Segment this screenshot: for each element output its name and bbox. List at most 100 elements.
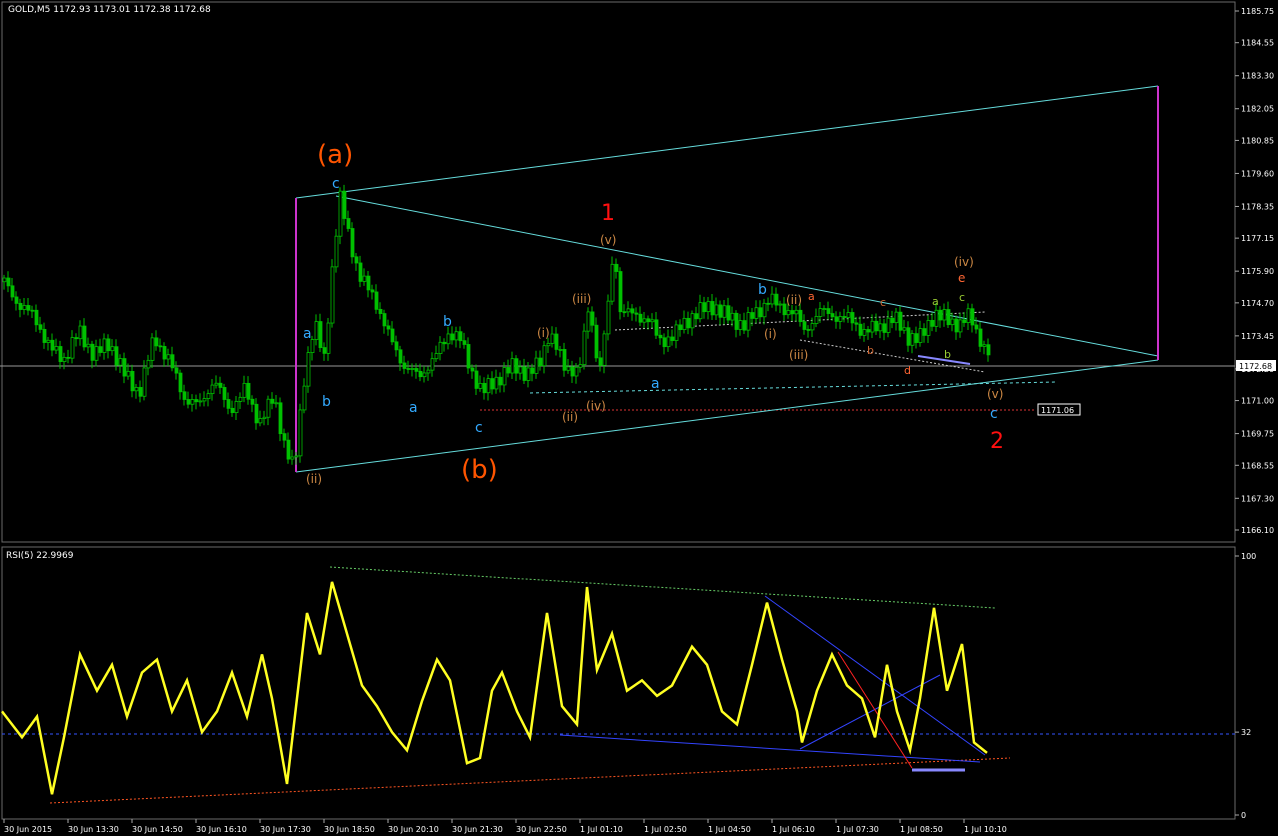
candle-body <box>706 301 711 313</box>
candle-body <box>946 309 951 326</box>
candle-body <box>918 328 923 343</box>
candle-body <box>534 357 539 374</box>
candle-body <box>550 333 555 344</box>
y-tick-label: 1180.85 <box>1241 136 1274 145</box>
candle-body <box>694 313 699 320</box>
candle-body <box>282 433 287 441</box>
candle-body <box>106 338 111 352</box>
candle-body <box>138 387 143 397</box>
candle-body <box>826 308 831 314</box>
candle-body <box>758 307 763 318</box>
candle-body <box>554 333 559 350</box>
label-c-top: c <box>332 176 340 192</box>
label-a-left: a <box>303 326 312 342</box>
candle-body <box>522 366 527 381</box>
candle-body <box>702 302 707 313</box>
candle-body <box>150 337 155 361</box>
candle-body <box>562 349 567 371</box>
candle-body <box>10 285 15 298</box>
candle-body <box>318 321 323 348</box>
candle-body <box>838 316 843 322</box>
candle-body <box>230 407 235 414</box>
candle-body <box>626 308 631 313</box>
candle-body <box>342 190 347 219</box>
candle-body <box>510 358 515 374</box>
candle-body <box>122 358 127 377</box>
candle-body <box>798 309 803 323</box>
y-tick-label: 1183.30 <box>1241 72 1274 81</box>
candle-body <box>922 328 927 336</box>
y-tick-label: 1166.10 <box>1241 526 1274 535</box>
candle-body <box>170 354 175 369</box>
candle-body <box>938 309 943 321</box>
rsi-header: RSI(5) 22.9969 <box>6 551 74 561</box>
candle-body <box>670 336 675 341</box>
candle-body <box>818 308 823 317</box>
label-c-right: c <box>990 406 998 422</box>
y-tick-label: 1177.15 <box>1241 234 1274 243</box>
candle-body <box>42 328 47 343</box>
candle-body <box>546 342 551 347</box>
candle-body <box>98 346 103 353</box>
x-tick-label: 30 Jun 21:30 <box>452 825 503 834</box>
candle-body <box>906 327 911 346</box>
candle-body <box>762 302 767 318</box>
x-tick-label: 30 Jun 18:50 <box>324 825 375 834</box>
candle-body <box>530 367 535 374</box>
candle-body <box>594 324 599 359</box>
candle-body <box>778 303 783 306</box>
candle-body <box>382 313 387 327</box>
candle-body <box>414 368 419 372</box>
label-sub-e: e <box>958 271 965 285</box>
main-panel <box>1 1 1236 543</box>
label-b-mid: b <box>443 314 452 330</box>
candle-body <box>754 307 759 319</box>
candle-body <box>94 346 99 361</box>
candle-body <box>502 367 507 386</box>
candle-body <box>386 325 391 330</box>
candle-body <box>490 378 495 390</box>
candle-body <box>954 318 959 333</box>
candle-body <box>958 319 963 333</box>
label-a-right: a <box>651 376 660 392</box>
label-sub-b2: b <box>944 348 951 361</box>
candle-body <box>866 329 871 333</box>
candle-body <box>354 256 359 264</box>
candle-body <box>34 309 39 326</box>
candle-body <box>418 370 423 378</box>
label-sub-c2: c <box>959 291 965 304</box>
candle-body <box>662 337 667 348</box>
candle-body <box>690 313 695 329</box>
label-sub-a1: a <box>808 290 815 303</box>
candle-body <box>162 346 167 360</box>
candle-body <box>654 319 659 336</box>
candle-body <box>806 329 811 331</box>
candle-body <box>466 344 471 369</box>
label-ii-2: (ii) <box>786 293 802 307</box>
candle-body <box>142 367 147 397</box>
candle-body <box>346 218 351 229</box>
candle-body <box>642 318 647 323</box>
current-price-label: 1172.68 <box>1239 362 1272 371</box>
candle-body <box>582 330 587 366</box>
candle-body <box>526 367 531 381</box>
candle-body <box>266 398 271 418</box>
candle-body <box>570 366 575 377</box>
candle-body <box>874 320 879 332</box>
level-price-label: 1171.06 <box>1041 406 1074 415</box>
wave-label-b: (b) <box>461 455 498 485</box>
candle-body <box>646 318 651 323</box>
candle-body <box>330 266 335 324</box>
candle-body <box>986 344 991 356</box>
candle-body <box>14 296 19 304</box>
candle-body <box>446 333 451 345</box>
candle-body <box>970 308 975 326</box>
candle-body <box>118 358 123 366</box>
candle-body <box>234 400 239 414</box>
label-i-1: (i) <box>537 326 550 340</box>
candle-body <box>482 382 487 394</box>
candle-body <box>438 341 443 354</box>
candle-body <box>194 399 199 403</box>
candle-body <box>858 323 863 336</box>
candle-body <box>910 333 915 346</box>
